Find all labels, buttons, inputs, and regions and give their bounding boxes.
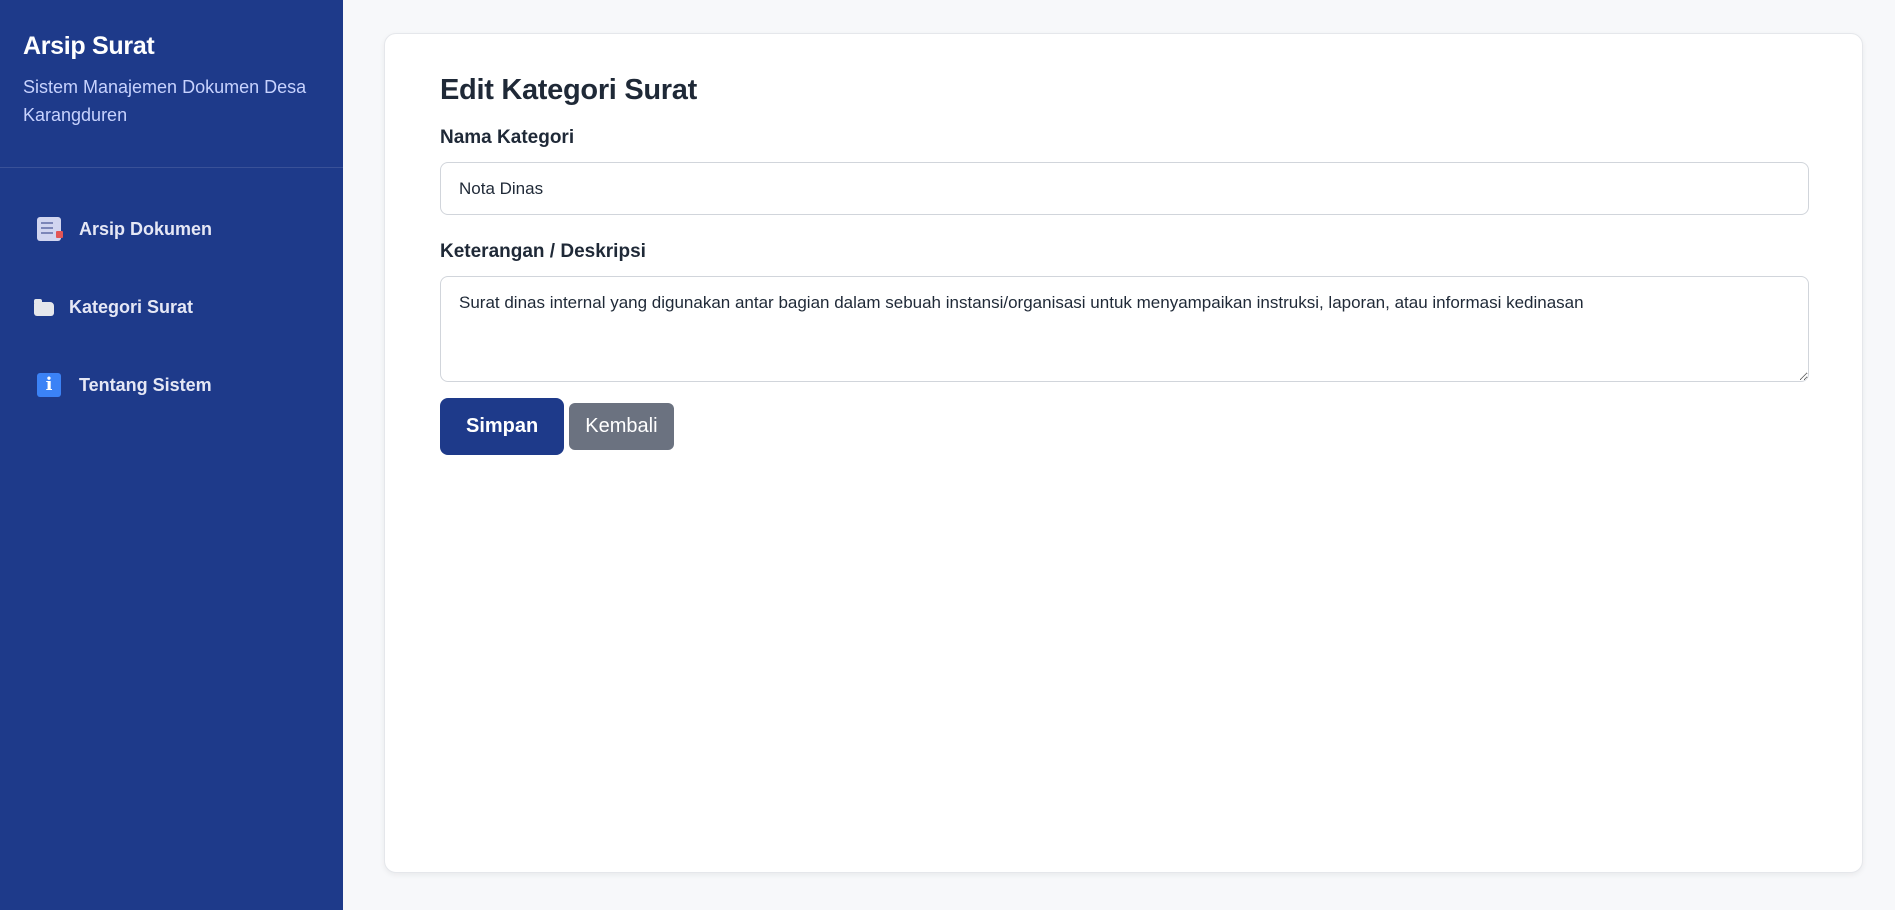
sidebar: Arsip Surat Sistem Manajemen Dokumen Des… [0, 0, 343, 910]
sidebar-header: Arsip Surat Sistem Manajemen Dokumen Des… [0, 0, 343, 168]
app-layout: Arsip Surat Sistem Manajemen Dokumen Des… [0, 0, 1895, 910]
sidebar-item-label: Arsip Dokumen [79, 218, 213, 239]
sidebar-item-arsip-dokumen[interactable]: Arsip Dokumen [0, 190, 343, 268]
sidebar-nav: Arsip Dokumen Kategori Surat i Tentang S… [0, 168, 343, 424]
sidebar-item-label: Tentang Sistem [79, 374, 212, 395]
save-button[interactable]: Simpan [440, 398, 565, 455]
back-button[interactable]: Kembali [569, 403, 674, 450]
sidebar-item-tentang-sistem[interactable]: i Tentang Sistem [0, 346, 343, 424]
app-title: Arsip Surat [23, 32, 155, 60]
app-subtitle: Sistem Manajemen Dokumen Desa Karangdure… [23, 77, 307, 125]
document-icon [37, 217, 63, 241]
category-name-input[interactable] [440, 162, 1809, 215]
info-icon: i [37, 373, 61, 397]
form-actions: Simpan Kembali [440, 398, 1807, 455]
sidebar-item-kategori-surat[interactable]: Kategori Surat [0, 268, 343, 346]
folder-icon [34, 298, 54, 316]
page-title: Edit Kategori Surat [440, 74, 697, 106]
main-content: Edit Kategori Surat Nama Kategori Ketera… [343, 0, 1895, 910]
name-field-label: Nama Kategori [440, 127, 575, 148]
description-textarea[interactable]: Surat dinas internal yang digunakan anta… [440, 276, 1809, 382]
description-field-label: Keterangan / Deskripsi [440, 241, 646, 262]
sidebar-item-label: Kategori Surat [69, 296, 194, 317]
form-card: Edit Kategori Surat Nama Kategori Ketera… [384, 33, 1863, 873]
